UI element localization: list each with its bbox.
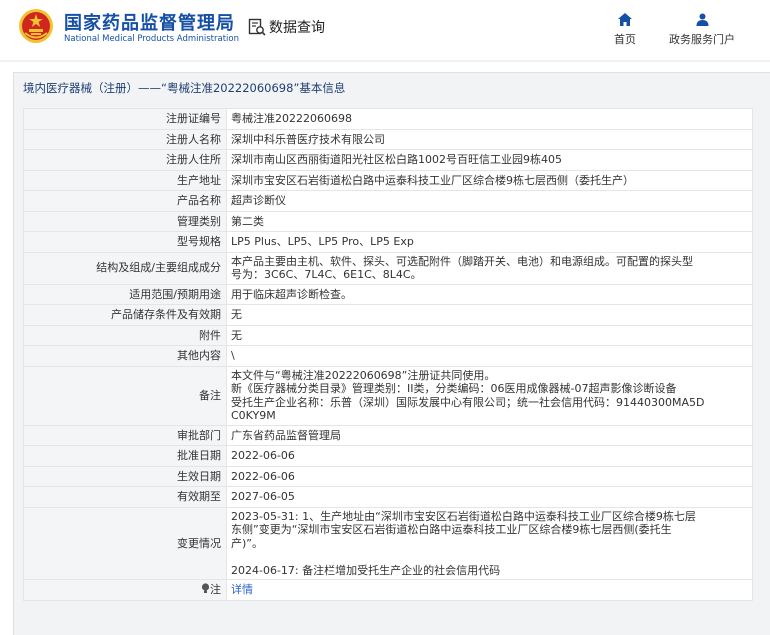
national-emblem-icon: [19, 9, 53, 43]
changes-line: 2024-06-17: 备注栏增加受托生产企业的社会信用代码: [231, 563, 501, 577]
table-row: 备注 本文件与“粤械注准20222060698”注册证共同使用。 新《医疗器械分…: [23, 365, 753, 426]
reg-no-label: 注册证编号: [23, 108, 227, 130]
header-divider: [0, 60, 770, 62]
approval-date-value: 2022-06-06: [226, 445, 753, 467]
note-value: 详情: [226, 579, 753, 601]
reg-no-value: 粤械注准20222060698: [226, 108, 753, 130]
approval-dept-label: 审批部门: [23, 424, 227, 446]
prod-addr-value: 深圳市宝安区石岩街道松白路中运泰科技工业厂区综合楼9栋七层西侧（委托生产）: [226, 169, 753, 191]
registrant-label: 注册人名称: [23, 128, 227, 150]
table-row: 审批部门 广东省药品监督管理局: [23, 424, 753, 446]
data-query-label: 数据查询: [269, 20, 325, 36]
data-query-icon: [248, 18, 266, 36]
table-row: 批准日期 2022-06-06: [23, 445, 753, 467]
table-row: 有效期至 2027-06-05: [23, 486, 753, 508]
table-row: 注册证编号 粤械注准20222060698: [23, 108, 753, 130]
product-name-value: 超声诊断仪: [226, 190, 753, 212]
org-name-en: National Medical Products Administration: [64, 34, 239, 44]
prod-addr-label: 生产地址: [23, 169, 227, 191]
home-icon: [618, 13, 632, 26]
table-row: 结构及组成/主要组成成分 本产品主要由主机、软件、探头、可选配附件（脚踏开关、电…: [23, 251, 753, 285]
note-label: 注: [210, 583, 221, 596]
table-row: 型号规格 LP5 Plus、LP5、LP5 Pro、LP5 Exp: [23, 231, 753, 253]
remarks-label: 备注: [23, 365, 227, 426]
remarks-line: 本文件与“粤械注准20222060698”注册证共同使用。: [231, 368, 496, 382]
nav-home-label: 首页: [614, 33, 636, 46]
note-label-cell: 注: [23, 579, 227, 601]
remarks-line: 受托生产企业名称：乐普（深圳）国际发展中心有限公司；统一社会信用代码：91440…: [231, 395, 705, 409]
model-value: LP5 Plus、LP5、LP5 Pro、LP5 Exp: [226, 231, 753, 253]
bulb-icon: [201, 583, 210, 593]
nav-home[interactable]: 首页: [608, 13, 642, 47]
product-name-label: 产品名称: [23, 190, 227, 212]
changes-value: 2023-05-31: 1、生产地址由“深圳市宝安区石岩街道松白路中运泰科技工业…: [226, 506, 753, 580]
expiry-date-label: 有效期至: [23, 486, 227, 508]
table-row: 产品名称 超声诊断仪: [23, 190, 753, 212]
scope-value: 用于临床超声诊断检查。: [226, 283, 753, 305]
changes-line: 2023-05-31: 1、生产地址由“深圳市宝安区石岩街道松白路中运泰科技工业…: [231, 509, 696, 523]
nav-service-label: 政务服务门户: [669, 33, 735, 46]
registrant-addr-value: 深圳市南山区西丽街道阳光社区松白路1002号百旺信工业园9栋405: [226, 149, 753, 171]
table-row: 适用范围/预期用途 用于临床超声诊断检查。: [23, 283, 753, 305]
changes-line: 产)”。: [231, 536, 263, 550]
remarks-value: 本文件与“粤械注准20222060698”注册证共同使用。 新《医疗器械分类目录…: [226, 365, 753, 426]
data-query-link[interactable]: 数据查询: [248, 17, 325, 37]
storage-value: 无: [226, 304, 753, 326]
other-label: 其他内容: [23, 345, 227, 367]
expiry-date-value: 2027-06-05: [226, 486, 753, 508]
structure-value: 本产品主要由主机、软件、探头、可选配附件（脚踏开关、电池）和电源组成。可配置的探…: [226, 251, 753, 285]
table-row: 产品储存条件及有效期 无: [23, 304, 753, 326]
changes-spacer: [231, 550, 748, 564]
remarks-line: C0KY9M: [231, 409, 276, 422]
structure-label: 结构及组成/主要组成成分: [23, 251, 227, 285]
effective-date-label: 生效日期: [23, 465, 227, 487]
structure-line: 本产品主要由主机、软件、探头、可选配附件（脚踏开关、电池）和电源组成。可配置的探…: [231, 254, 693, 268]
table-row: 注册人名称 深圳中科乐普医疗技术有限公司: [23, 128, 753, 150]
detail-table: 注册证编号 粤械注准20222060698 注册人名称 深圳中科乐普医疗技术有限…: [23, 108, 753, 601]
changes-line: 东侧”变更为“深圳市宝安区石岩街道松白路中运泰科技工业厂区综合楼9栋七层西侧(委…: [231, 523, 672, 536]
table-row: 管理类别 第二类: [23, 210, 753, 232]
effective-date-value: 2022-06-06: [226, 465, 753, 487]
approval-dept-value: 广东省药品监督管理局: [226, 424, 753, 446]
table-row: 其他内容 \: [23, 345, 753, 367]
site-header: 国家药品监督管理局 National Medical Products Admi…: [0, 0, 770, 60]
accessories-label: 附件: [23, 324, 227, 346]
nav-service-portal[interactable]: 政务服务门户: [660, 13, 744, 47]
other-value: \: [226, 345, 753, 367]
table-row: 注册人住所 深圳市南山区西丽街道阳光社区松白路1002号百旺信工业园9栋405: [23, 149, 753, 171]
table-row: 生产地址 深圳市宝安区石岩街道松白路中运泰科技工业厂区综合楼9栋七层西侧（委托生…: [23, 169, 753, 191]
table-row: 注 详情: [23, 579, 753, 601]
registrant-value: 深圳中科乐普医疗技术有限公司: [226, 128, 753, 150]
panel-title: 境内医疗器械（注册）——“粤械注准20222060698”基本信息: [23, 81, 346, 95]
structure-line: 号为：3C6C、7L4C、6E1C、8L4C。: [231, 268, 422, 281]
model-label: 型号规格: [23, 231, 227, 253]
details-link[interactable]: 详情: [231, 583, 253, 596]
org-name-cn[interactable]: 国家药品监督管理局: [64, 9, 235, 35]
table-row: 变更情况 2023-05-31: 1、生产地址由“深圳市宝安区石岩街道松白路中运…: [23, 506, 753, 580]
remarks-line: 新《医疗器械分类目录》管理类别：II类，分类编码：06医用成像器械-07超声影像…: [231, 382, 677, 395]
changes-label: 变更情况: [23, 506, 227, 580]
approval-date-label: 批准日期: [23, 445, 227, 467]
table-row: 生效日期 2022-06-06: [23, 465, 753, 487]
category-value: 第二类: [226, 210, 753, 232]
accessories-value: 无: [226, 324, 753, 346]
scope-label: 适用范围/预期用途: [23, 283, 227, 305]
storage-label: 产品储存条件及有效期: [23, 304, 227, 326]
detail-panel: 境内医疗器械（注册）——“粤械注准20222060698”基本信息 注册证编号 …: [13, 72, 770, 635]
registrant-addr-label: 注册人住所: [23, 149, 227, 171]
table-row: 附件 无: [23, 324, 753, 346]
category-label: 管理类别: [23, 210, 227, 232]
user-icon: [696, 13, 708, 26]
